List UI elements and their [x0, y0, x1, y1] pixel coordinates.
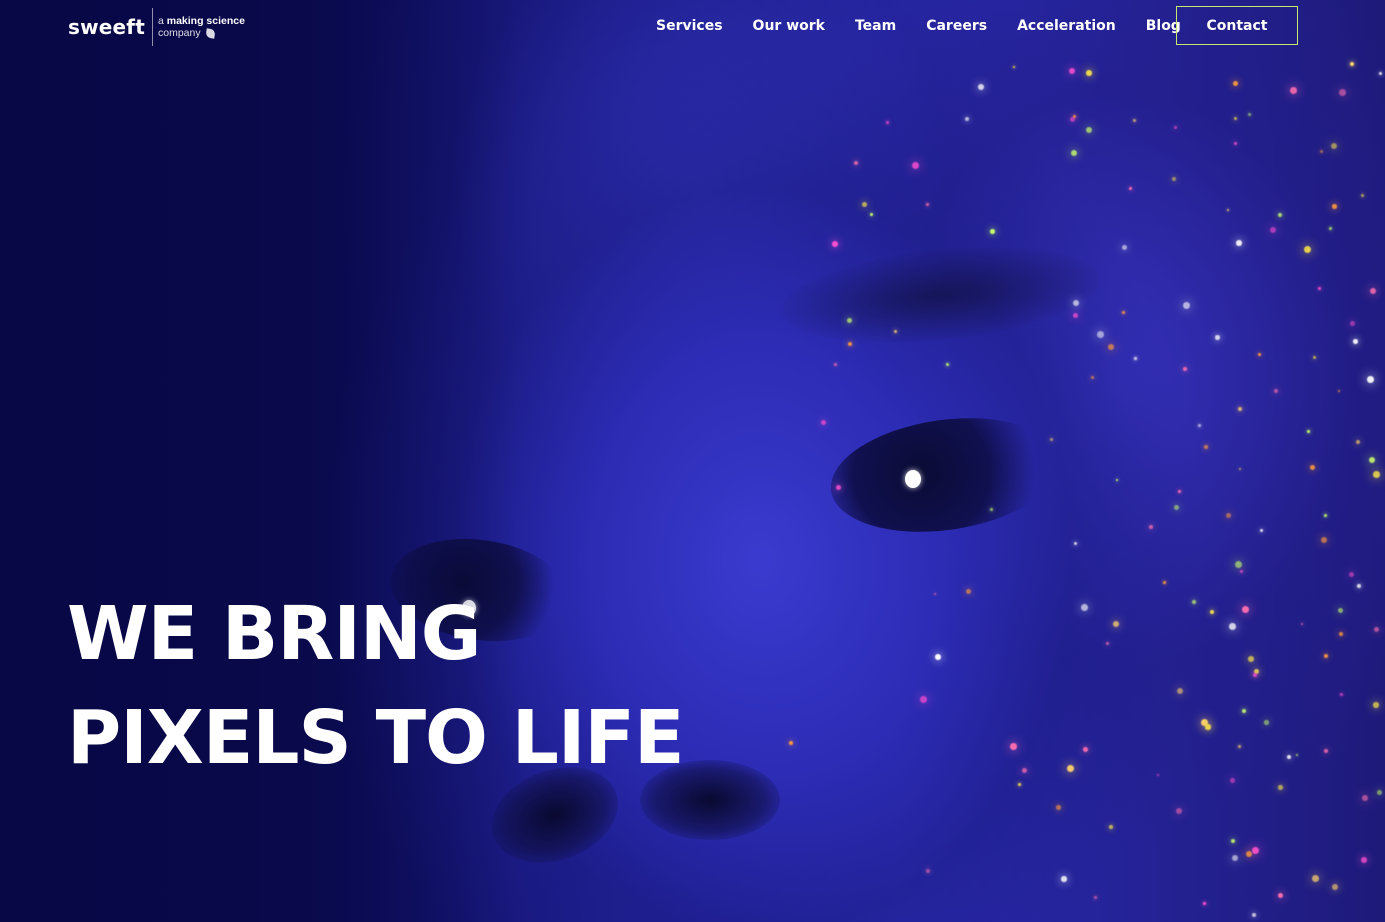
landing-page: sweeft a making science company Services… — [0, 0, 1385, 922]
logo-tagline: a making science company — [158, 15, 245, 39]
nav-item-our-work[interactable]: Our work — [753, 16, 825, 36]
logo-wordmark: sweeft — [68, 15, 145, 39]
hero-eye-glint — [905, 470, 921, 488]
leaf-icon — [204, 27, 216, 39]
nav-item-team[interactable]: Team — [855, 16, 896, 36]
hero-headline-line-2: PIXELS TO LIFE — [67, 695, 685, 781]
site-header: sweeft a making science company Services… — [0, 0, 1385, 52]
nav-item-careers[interactable]: Careers — [926, 16, 987, 36]
logo-tagline-brand: making science — [166, 15, 245, 27]
hero-headline-line-1: WE BRING — [67, 591, 482, 677]
logo-tagline-suffix: company — [157, 27, 201, 39]
site-logo[interactable]: sweeft a making science company — [68, 8, 245, 46]
nav-item-services[interactable]: Services — [656, 16, 723, 36]
hero-headline: WE BRING PIXELS TO LIFE — [67, 582, 685, 790]
contact-button[interactable]: Contact — [1176, 6, 1298, 45]
logo-tagline-prefix: a — [157, 15, 164, 27]
nav-item-acceleration[interactable]: Acceleration — [1017, 16, 1116, 36]
main-nav: Services Our work Team Careers Accelerat… — [656, 16, 1181, 36]
logo-divider — [151, 8, 153, 46]
